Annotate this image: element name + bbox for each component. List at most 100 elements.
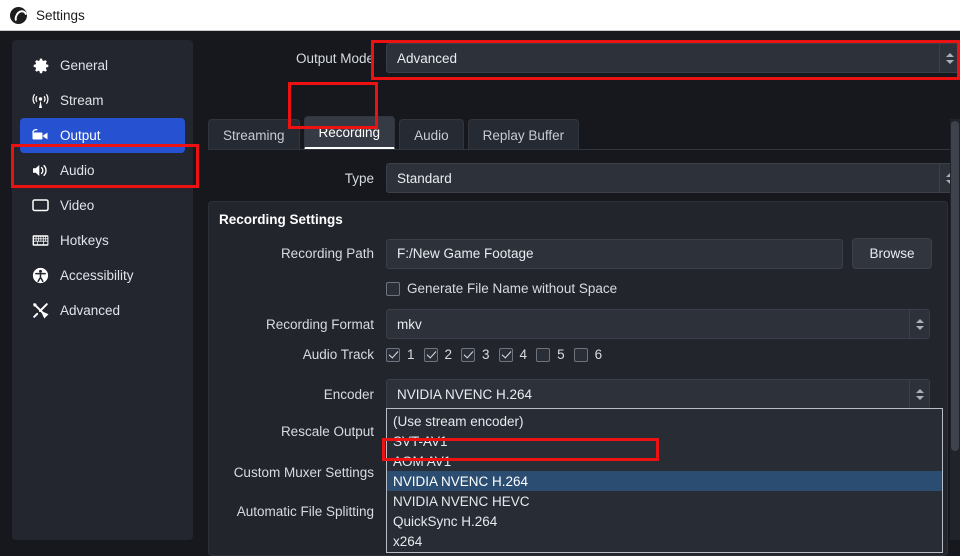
encoder-spinner-icon[interactable] xyxy=(909,380,929,408)
recording-settings-title: Recording Settings xyxy=(219,212,343,227)
audio-track-6[interactable]: 6 xyxy=(573,347,603,362)
audio-track-5-checkbox[interactable] xyxy=(536,347,551,362)
sidebar-item-label: Video xyxy=(60,198,95,213)
sidebar-item-hotkeys[interactable]: Hotkeys xyxy=(20,223,185,258)
monitor-icon xyxy=(32,197,49,214)
tab-label: Streaming xyxy=(223,127,285,143)
recording-format-value: mkv xyxy=(397,316,422,332)
encoder-option-use-stream-encoder[interactable]: (Use stream encoder) xyxy=(387,411,942,431)
encoder-option-nvidia-nvenc-h264[interactable]: NVIDIA NVENC H.264 xyxy=(387,471,942,491)
encoder-option-aom-av1[interactable]: AOM AV1 xyxy=(387,451,942,471)
encoder-combobox[interactable]: NVIDIA NVENC H.264 xyxy=(386,379,930,409)
audio-track-5[interactable]: 5 xyxy=(536,347,565,362)
output-mode-spinner-icon[interactable] xyxy=(939,44,959,72)
audio-track-3[interactable]: 3 xyxy=(461,347,490,362)
broadcast-icon xyxy=(32,92,49,109)
automatic-file-splitting-label: Automatic File Splitting xyxy=(236,504,374,519)
browse-button[interactable]: Browse xyxy=(852,238,932,269)
recording-format-spinner-icon[interactable] xyxy=(909,310,929,338)
encoder-option-label: (Use stream encoder) xyxy=(393,413,524,429)
output-mode-label: Output Mode xyxy=(295,50,374,66)
encoder-option-label: NVIDIA NVENC H.264 xyxy=(393,473,529,489)
generate-no-space-row: Generate File Name without Space xyxy=(386,281,617,296)
encoder-option-label: x264 xyxy=(393,533,423,549)
tools-icon xyxy=(32,302,49,319)
type-value: Standard xyxy=(397,170,452,186)
audio-track-4[interactable]: 4 xyxy=(498,347,528,362)
output-mode-combobox[interactable]: Advanced xyxy=(386,43,960,73)
content-scrollbar[interactable] xyxy=(950,119,960,540)
output-mode-row: Output Mode Advanced xyxy=(200,43,960,73)
generate-no-space-checkbox[interactable] xyxy=(386,281,400,296)
sidebar-item-label: Advanced xyxy=(60,303,121,318)
sidebar-item-label: Audio xyxy=(60,163,95,178)
audio-track-6-label: 6 xyxy=(594,347,603,362)
accessibility-icon xyxy=(32,267,49,284)
window-body: General Stream Output Audio Video Hotkey… xyxy=(0,31,960,556)
sidebar-item-advanced[interactable]: Advanced xyxy=(20,293,185,328)
encoder-dropdown-popup[interactable]: (Use stream encoder) SVT-AV1 AOM AV1 NVI… xyxy=(386,408,943,553)
tab-streaming[interactable]: Streaming xyxy=(208,119,300,150)
custom-muxer-settings-label: Custom Muxer Settings xyxy=(233,465,374,480)
obs-logo-icon xyxy=(10,6,27,24)
recording-path-row: Recording Path F:/New Game Footage Brows… xyxy=(200,238,960,269)
rescale-output-label: Rescale Output xyxy=(280,424,374,439)
audio-track-4-label: 4 xyxy=(519,347,528,362)
encoder-option-svt-av1[interactable]: SVT-AV1 xyxy=(387,431,942,451)
output-tab-bar: Streaming Recording Audio Replay Buffer xyxy=(208,115,580,150)
keyboard-icon xyxy=(32,232,49,249)
audio-track-4-checkbox[interactable] xyxy=(498,347,513,362)
tab-label: Audio xyxy=(414,127,449,143)
sidebar-item-label: General xyxy=(60,58,109,73)
audio-track-5-label: 5 xyxy=(557,347,565,362)
sidebar-item-stream[interactable]: Stream xyxy=(20,83,185,118)
encoder-value: NVIDIA NVENC H.264 xyxy=(397,386,533,402)
settings-content-pane: Output Mode Advanced Streaming Recording… xyxy=(200,31,960,556)
browse-button-label: Browse xyxy=(869,246,915,261)
encoder-option-quicksync-h264[interactable]: QuickSync H.264 xyxy=(387,511,942,531)
tab-recording[interactable]: Recording xyxy=(303,116,396,150)
sidebar-item-accessibility[interactable]: Accessibility xyxy=(20,258,185,293)
type-combobox[interactable]: Standard xyxy=(386,163,960,193)
encoder-option-nvidia-nvenc-hevc[interactable]: NVIDIA NVENC HEVC xyxy=(387,491,942,511)
audio-track-label: Audio Track xyxy=(302,347,374,362)
sidebar-item-video[interactable]: Video xyxy=(20,188,185,223)
generate-no-space-label: Generate File Name without Space xyxy=(407,281,618,296)
recording-format-label: Recording Format xyxy=(265,316,374,332)
recording-path-label: Recording Path xyxy=(280,246,374,261)
tab-replay-buffer[interactable]: Replay Buffer xyxy=(467,119,580,150)
encoder-option-label: SVT-AV1 xyxy=(393,433,448,449)
recording-format-row: Recording Format mkv xyxy=(200,309,960,339)
window-title: Settings xyxy=(36,7,85,23)
recording-format-combobox[interactable]: mkv xyxy=(386,309,930,339)
tab-audio[interactable]: Audio xyxy=(399,119,464,150)
sidebar-item-output[interactable]: Output xyxy=(20,118,185,153)
recording-path-input[interactable]: F:/New Game Footage xyxy=(386,238,843,269)
audio-track-row: Audio Track 1 2 3 4 5 6 xyxy=(200,347,960,362)
audio-track-2[interactable]: 2 xyxy=(423,347,453,362)
encoder-option-x264[interactable]: x264 xyxy=(387,531,942,551)
speaker-icon xyxy=(32,162,49,179)
encoder-label: Encoder xyxy=(323,386,374,402)
type-label: Type xyxy=(344,170,374,186)
gear-icon xyxy=(32,57,49,74)
sidebar-item-label: Accessibility xyxy=(60,268,134,283)
encoder-option-label: QuickSync H.264 xyxy=(393,513,498,529)
tab-underline-divider xyxy=(208,149,950,150)
encoder-option-label: NVIDIA NVENC HEVC xyxy=(393,493,530,509)
content-scrollbar-thumb[interactable] xyxy=(951,121,959,451)
audio-track-3-label: 3 xyxy=(482,347,490,362)
audio-track-2-label: 2 xyxy=(444,347,453,362)
video-camera-icon xyxy=(32,127,49,144)
output-mode-value: Advanced xyxy=(397,50,458,66)
audio-track-2-checkbox[interactable] xyxy=(423,347,438,362)
audio-track-3-checkbox[interactable] xyxy=(461,347,476,362)
audio-track-1[interactable]: 1 xyxy=(386,347,415,362)
sidebar-item-general[interactable]: General xyxy=(20,48,185,83)
audio-track-1-checkbox[interactable] xyxy=(386,347,400,362)
recording-path-value: F:/New Game Footage xyxy=(397,246,534,261)
audio-track-6-checkbox[interactable] xyxy=(573,347,588,362)
sidebar-item-audio[interactable]: Audio xyxy=(20,153,185,188)
tab-label: Recording xyxy=(318,124,381,140)
audio-track-checkbox-group: 1 2 3 4 5 6 xyxy=(386,347,602,362)
